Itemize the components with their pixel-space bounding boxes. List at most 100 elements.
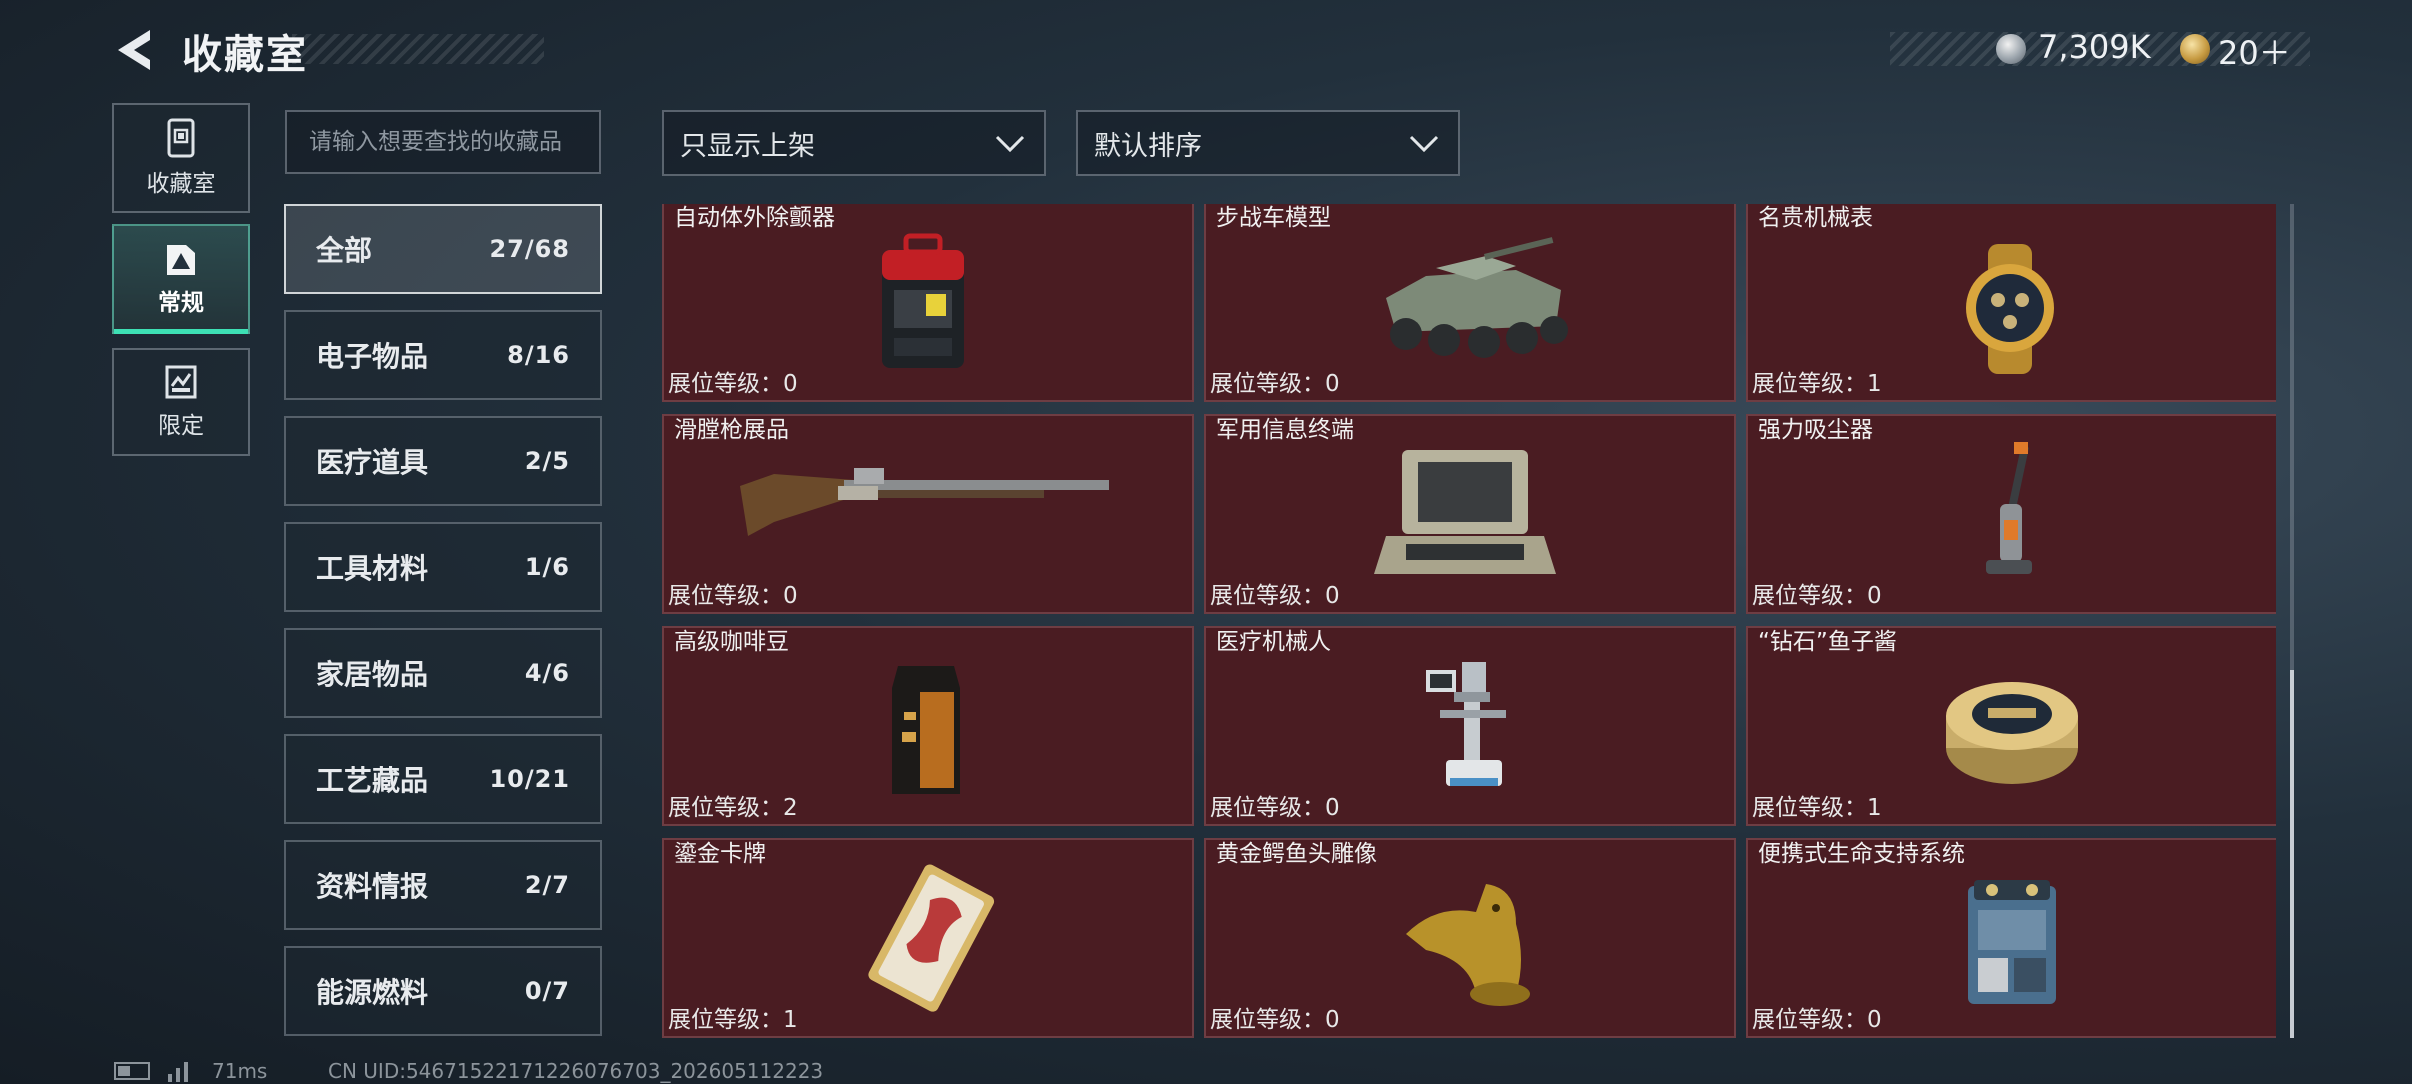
vacuum-icon xyxy=(1986,442,2032,574)
item-card[interactable]: 医疗机械人 展位等级：0 xyxy=(1204,626,1736,826)
title-decoration xyxy=(292,34,544,64)
item-card[interactable]: 名贵机械表 展位等级：1 xyxy=(1746,204,2276,402)
item-level: 展位等级：1 xyxy=(668,1007,798,1033)
nav-label: 限定 xyxy=(158,413,204,439)
category-name: 电子物品 xyxy=(316,340,429,373)
gilded-card-icon xyxy=(868,864,995,1012)
back-arrow-icon xyxy=(118,30,150,70)
item-name: 军用信息终端 xyxy=(1216,417,1354,443)
item-level: 展位等级：0 xyxy=(1210,371,1340,397)
silver-coin-icon xyxy=(1996,34,2026,64)
item-name: 便携式生命支持系统 xyxy=(1758,841,1965,867)
item-level: 展位等级：2 xyxy=(668,795,798,821)
collection-grid: 自动体外除颤器 展位等级：0 步战车模型 展位等级：0 名贵机械表 展位等级：1… xyxy=(662,204,2276,1040)
category-electronics[interactable]: 电子物品 8/16 xyxy=(284,310,602,400)
item-card[interactable]: 强力吸尘器 展位等级：0 xyxy=(1746,414,2276,614)
item-level: 展位等级：0 xyxy=(1210,1007,1340,1033)
category-medical[interactable]: 医疗道具 2/5 xyxy=(284,416,602,506)
category-count: 2/5 xyxy=(524,447,570,475)
category-tools[interactable]: 工具材料 1/6 xyxy=(284,522,602,612)
item-name: 高级咖啡豆 xyxy=(674,629,789,655)
coffee-bag-icon xyxy=(892,666,960,794)
item-card[interactable]: 军用信息终端 展位等级：0 xyxy=(1204,414,1736,614)
life-support-icon xyxy=(1968,880,2056,1004)
item-card[interactable]: 步战车模型 展位等级：0 xyxy=(1204,204,1736,402)
category-count: 10/21 xyxy=(489,765,570,793)
page-title: 收藏室 xyxy=(182,32,308,78)
chevron-down-icon xyxy=(1409,135,1439,153)
filter-dropdown[interactable]: 只显示上架 xyxy=(662,110,1046,176)
category-energy[interactable]: 能源燃料 0/7 xyxy=(284,946,602,1036)
item-name: 黄金鳄鱼头雕像 xyxy=(1216,841,1377,867)
item-card[interactable]: 滑膛枪展品 展位等级：0 xyxy=(662,414,1194,614)
sort-dropdown[interactable]: 默认排序 xyxy=(1076,110,1460,176)
defibrillator-icon xyxy=(882,233,964,368)
currency-gold-value[interactable]: 20＋ xyxy=(2218,28,2291,74)
item-name: 滑膛枪展品 xyxy=(674,417,789,443)
item-level: 展位等级：0 xyxy=(1752,583,1882,609)
nav-limited[interactable]: 限定 xyxy=(112,348,250,456)
item-name: 步战车模型 xyxy=(1216,205,1331,231)
category-name: 家居物品 xyxy=(316,658,429,691)
item-name: 鎏金卡牌 xyxy=(674,841,766,867)
chevron-down-icon xyxy=(995,135,1025,153)
item-card[interactable]: 自动体外除颤器 展位等级：0 xyxy=(662,204,1194,402)
item-level: 展位等级：0 xyxy=(668,583,798,609)
item-card[interactable]: 黄金鳄鱼头雕像 展位等级：0 xyxy=(1204,838,1736,1038)
category-count: 8/16 xyxy=(507,341,570,369)
currency-silver-value: 7,309K xyxy=(2038,28,2151,66)
category-name: 全部 xyxy=(316,234,373,267)
medical-robot-icon xyxy=(1426,662,1506,786)
terminal-icon xyxy=(1374,450,1556,574)
nav-regular[interactable]: 常规 xyxy=(112,224,250,334)
filter-selected: 只显示上架 xyxy=(680,130,815,162)
category-all[interactable]: 全部 27/68 xyxy=(284,204,602,294)
ping-value: 71ms xyxy=(212,1059,268,1083)
scrollbar-thumb[interactable] xyxy=(2290,670,2294,1038)
nav-label: 收藏室 xyxy=(146,171,216,197)
category-count: 2/7 xyxy=(524,871,570,899)
gold-coin-icon xyxy=(2180,34,2210,64)
item-name: 自动体外除颤器 xyxy=(674,205,835,231)
watch-icon xyxy=(1966,244,2054,374)
musket-icon xyxy=(740,468,1109,536)
category-home[interactable]: 家居物品 4/6 xyxy=(284,628,602,718)
category-name: 工具材料 xyxy=(316,552,429,585)
caviar-tin-icon xyxy=(1946,682,2078,784)
category-count: 4/6 xyxy=(524,659,570,687)
item-level: 展位等级：1 xyxy=(1752,371,1882,397)
item-name: 名贵机械表 xyxy=(1758,205,1873,231)
item-card[interactable]: 便携式生命支持系统 展位等级：0 xyxy=(1746,838,2276,1038)
search-input[interactable] xyxy=(285,110,601,174)
sort-selected: 默认排序 xyxy=(1094,130,1202,162)
uid-text: CN UID:54671522171226076703_202605112223 xyxy=(328,1059,824,1083)
regular-icon xyxy=(167,245,195,275)
category-count: 1/6 xyxy=(524,553,570,581)
item-name: 强力吸尘器 xyxy=(1758,417,1873,443)
croc-statue-icon xyxy=(1406,884,1530,1006)
limited-icon xyxy=(165,365,197,399)
battery-icon xyxy=(114,1062,150,1080)
ifv-model-icon xyxy=(1386,237,1568,358)
category-crafts[interactable]: 工艺藏品 10/21 xyxy=(284,734,602,824)
signal-icon xyxy=(168,1062,188,1082)
back-button[interactable] xyxy=(112,26,156,74)
nav-label: 常规 xyxy=(158,290,204,316)
category-intel[interactable]: 资料情报 2/7 xyxy=(284,840,602,930)
item-name: 医疗机械人 xyxy=(1216,629,1331,655)
item-level: 展位等级：0 xyxy=(1210,795,1340,821)
collection-icon xyxy=(167,118,195,158)
item-card[interactable]: 高级咖啡豆 展位等级：2 xyxy=(662,626,1194,826)
item-level: 展位等级：0 xyxy=(1752,1007,1882,1033)
nav-collection[interactable]: 收藏室 xyxy=(112,103,250,213)
category-name: 能源燃料 xyxy=(316,976,429,1009)
item-level: 展位等级：0 xyxy=(668,371,798,397)
item-level: 展位等级：1 xyxy=(1752,795,1882,821)
item-card[interactable]: 鎏金卡牌 展位等级：1 xyxy=(662,838,1194,1038)
item-level: 展位等级：0 xyxy=(1210,583,1340,609)
item-name: “钻石”鱼子酱 xyxy=(1758,629,1897,655)
item-card[interactable]: “钻石”鱼子酱 展位等级：1 xyxy=(1746,626,2276,826)
category-name: 工艺藏品 xyxy=(316,764,429,797)
category-name: 资料情报 xyxy=(316,870,429,903)
category-count: 27/68 xyxy=(489,235,570,263)
